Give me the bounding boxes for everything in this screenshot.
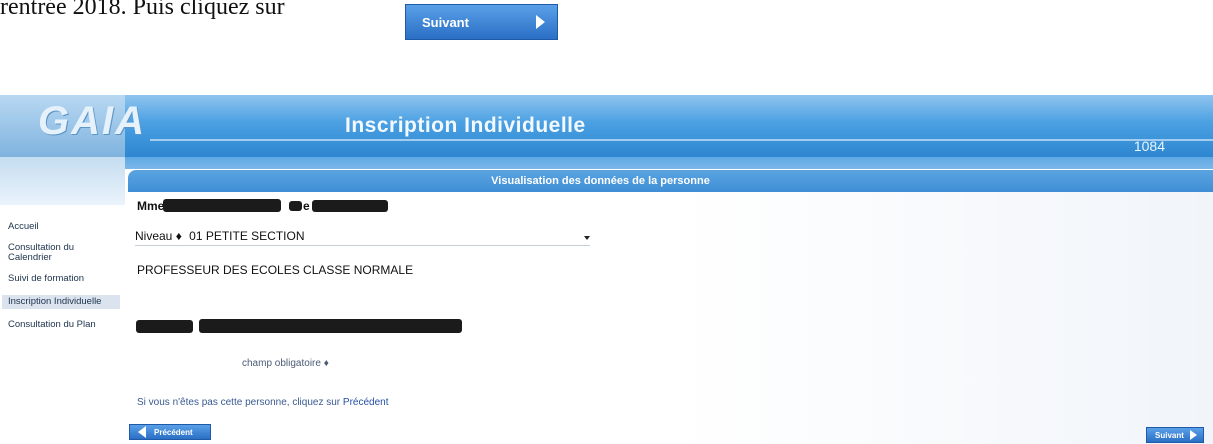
arrow-right-icon (536, 15, 545, 29)
sidebar-item-suivi-formation[interactable]: Suivi de formation (8, 274, 120, 284)
name-suffix: e (303, 199, 310, 213)
niveau-select[interactable]: Niveau ♦ 01 PETITE SECTION (135, 229, 590, 246)
sidebar-item-consultation-calendrier[interactable]: Consultation du Calendrier (8, 243, 120, 263)
arrow-right-icon (1190, 430, 1197, 440)
grade-text: PROFESSEUR DES ECOLES CLASSE NORMALE (137, 263, 414, 277)
sidebar-item-inscription-individuelle[interactable]: Inscription Individuelle (2, 295, 120, 309)
redacted-firstname (312, 200, 388, 212)
arrow-left-icon (138, 426, 146, 438)
hint-link-precedent[interactable]: Précédent (343, 397, 389, 408)
instruction-text: rentrée 2018. Puis cliquez sur (0, 0, 285, 20)
hint-text: Si vous n'êtes pas cette personne, cliqu… (137, 397, 389, 408)
previous-label: Précédent (154, 427, 193, 437)
redacted-field-1 (136, 320, 193, 333)
person-name: Mme (137, 199, 164, 213)
banner-code: 1084 (1133, 138, 1165, 154)
sidebar: Accueil Consultation du Calendrier Suivi… (2, 222, 120, 341)
panel-header: Visualisation des données de la personne (128, 170, 1213, 192)
salutation: Mme (137, 199, 165, 213)
redacted-surname (163, 199, 281, 212)
next-label: Suivant (1155, 430, 1184, 440)
next-button[interactable]: Suivant (1146, 427, 1204, 443)
sidebar-item-consultation-plan[interactable]: Consultation du Plan (8, 320, 120, 330)
banner-divider (150, 139, 1213, 141)
redacted-field-2 (199, 319, 462, 333)
redacted-initial (289, 201, 302, 211)
niveau-value: 01 PETITE SECTION (189, 229, 305, 243)
sidebar-header-strip (0, 157, 125, 205)
top-next-button[interactable]: Suivant (405, 4, 558, 40)
hint-prefix: Si vous n'êtes pas cette personne, cliqu… (137, 397, 341, 408)
app-banner: GAIA Inscription Individuelle 1084 (0, 95, 1213, 157)
app-title: Inscription Individuelle (345, 114, 586, 137)
panel-title: Visualisation des données de la personne (491, 175, 710, 187)
top-next-label: Suivant (422, 14, 469, 30)
gaia-logo: GAIA (38, 99, 146, 143)
niveau-label: Niveau ♦ (135, 229, 182, 243)
required-note: champ obligatoire ♦ (242, 358, 329, 369)
chevron-down-icon (584, 236, 590, 240)
content-top-band (125, 157, 1213, 169)
sidebar-item-accueil[interactable]: Accueil (8, 222, 120, 232)
previous-button[interactable]: Précédent (129, 424, 211, 440)
